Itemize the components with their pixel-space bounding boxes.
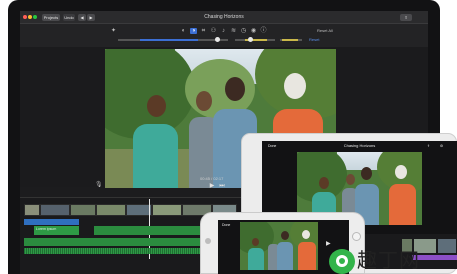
title-bar: Projects Undo ◀ ▶ Chasing Horizons ⇪ <box>20 11 428 24</box>
speed-icon[interactable]: ◷ <box>240 28 247 34</box>
music-clip-label: Lorem ipsum <box>36 227 57 231</box>
ipad-clip-thumb[interactable] <box>438 239 456 253</box>
magic-wand-icon[interactable]: ✦ <box>110 28 117 34</box>
timeline-clip[interactable] <box>152 204 182 216</box>
adjustment-toolbar: ✦ ◐ ◑ ⌗ ⚇ ♪ ≋ ◷ ◉ ⓘ Reset All Reset <box>20 24 428 47</box>
color-correction-icon[interactable]: ◑ <box>190 28 197 34</box>
timeline-clip[interactable] <box>70 204 96 216</box>
share-button[interactable]: ⇪ <box>400 14 412 21</box>
audio-track[interactable] <box>24 219 79 225</box>
reset-all-label[interactable]: Reset All <box>317 28 333 34</box>
reset-link[interactable]: Reset <box>309 37 319 43</box>
person-1 <box>133 124 178 188</box>
forward-button[interactable]: ▶ <box>87 14 95 21</box>
saturation-slider-knob[interactable] <box>248 37 253 42</box>
home-button[interactable] <box>352 232 361 241</box>
camera-icon <box>205 238 211 244</box>
timeline-clip[interactable] <box>96 204 126 216</box>
minimize-icon[interactable] <box>28 15 32 19</box>
projects-button[interactable]: Projects <box>42 14 60 21</box>
gear-icon[interactable]: ⚙ <box>440 143 443 149</box>
back-button[interactable]: ◀ <box>78 14 86 21</box>
close-icon[interactable] <box>23 15 27 19</box>
filter-icon[interactable]: ◉ <box>250 28 257 34</box>
iphone-done-button[interactable]: Done <box>222 222 230 228</box>
microphone-icon[interactable]: 🎙 <box>95 181 103 189</box>
skip-forward-button[interactable]: ⏭ <box>218 182 226 190</box>
undo-button[interactable]: Undo <box>63 14 75 21</box>
info-icon[interactable]: ⓘ <box>260 28 267 34</box>
music-clip[interactable] <box>24 238 219 246</box>
crop-icon[interactable]: ⌗ <box>200 28 207 34</box>
timeline-clip[interactable] <box>40 204 70 216</box>
watermark-text: 趣丁网 <box>357 248 420 272</box>
waveform <box>24 248 219 254</box>
timeline-clip[interactable] <box>24 204 40 216</box>
share-icon[interactable]: ⇪ <box>427 143 430 149</box>
stabilization-icon[interactable]: ⚇ <box>210 28 217 34</box>
zoom-icon[interactable] <box>33 15 37 19</box>
window-title: Chasing Horizons <box>204 14 244 20</box>
play-button[interactable]: ▶ <box>208 182 216 190</box>
ipad-project-title: Chasing Horizons <box>343 143 376 148</box>
noise-reduction-icon[interactable]: ≋ <box>230 28 237 34</box>
exposure-slider-knob[interactable] <box>215 37 220 42</box>
watermark-logo <box>329 249 355 274</box>
iphone-video-preview <box>240 222 318 270</box>
iphone-play-button[interactable]: ▶ <box>326 240 334 248</box>
volume-icon[interactable]: ♪ <box>220 28 227 34</box>
color-balance-icon[interactable]: ◐ <box>180 28 187 34</box>
music-clip[interactable]: Lorem ipsum <box>34 226 79 235</box>
temperature-slider-fill <box>282 39 298 41</box>
exposure-slider-fill <box>140 39 198 41</box>
ipad-done-button[interactable]: Done <box>268 143 276 149</box>
